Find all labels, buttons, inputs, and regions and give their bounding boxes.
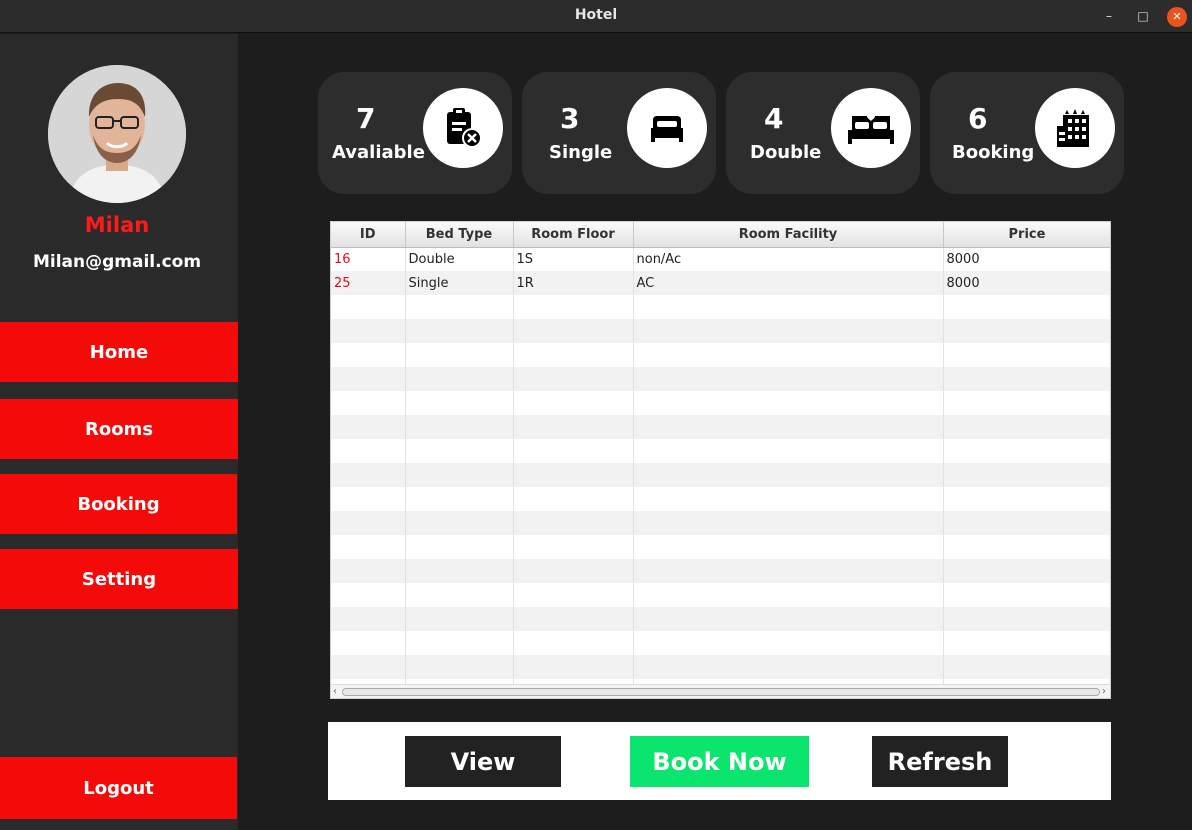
maximize-icon[interactable]: □ — [1133, 7, 1153, 27]
table-row[interactable]: 16 Double 1S non/Ac 8000 — [331, 247, 1110, 271]
action-panel: View Book Now Refresh — [328, 722, 1111, 800]
cell-bed-type: Double — [405, 247, 514, 271]
booking-button[interactable]: Booking — [0, 474, 237, 534]
cell-room-facility: AC — [633, 271, 944, 295]
rooms-table[interactable]: ID Bed Type Room Floor Room Facility Pri… — [330, 221, 1111, 699]
user-email: Milan@gmail.com — [32, 252, 202, 272]
stat-label: Avaliable — [332, 142, 425, 163]
stat-value: 6 — [968, 102, 988, 135]
clipboard-remove-icon — [447, 108, 482, 148]
column-header-room-floor[interactable]: Room Floor — [513, 222, 634, 248]
empty-rows — [331, 295, 1110, 698]
stat-label: Double — [750, 142, 822, 163]
column-header-room-facility[interactable]: Room Facility — [633, 222, 944, 248]
cell-id: 25 — [331, 271, 406, 295]
single-bed-icon — [651, 116, 683, 142]
stat-card-double: 4 Double — [726, 72, 920, 194]
column-header-price[interactable]: Price — [943, 222, 1110, 248]
book-now-button[interactable]: Book Now — [630, 736, 809, 787]
cell-room-facility: non/Ac — [633, 247, 944, 271]
setting-button[interactable]: Setting — [0, 549, 238, 609]
column-header-id[interactable]: ID — [331, 222, 406, 248]
column-header-bed-type[interactable]: Bed Type — [405, 222, 514, 248]
user-name: Milan — [84, 213, 150, 237]
rooms-button[interactable]: Rooms — [0, 399, 238, 459]
refresh-button[interactable]: Refresh — [872, 736, 1008, 787]
cell-bed-type: Single — [405, 271, 514, 295]
double-bed-icon — [848, 115, 894, 144]
stat-label: Single — [549, 142, 613, 163]
cell-price: 8000 — [943, 271, 1110, 295]
stat-card-available: 7 Avaliable — [318, 72, 512, 194]
minimize-icon[interactable]: – — [1099, 7, 1119, 27]
cell-room-floor: 1R — [513, 271, 634, 295]
logout-button[interactable]: Logout — [0, 757, 237, 819]
close-icon[interactable]: ✕ — [1167, 7, 1187, 27]
stat-value: 4 — [764, 102, 784, 135]
table-header-row: ID Bed Type Room Floor Room Facility Pri… — [331, 222, 1110, 248]
view-button[interactable]: View — [405, 736, 561, 787]
scrollbar-thumb[interactable] — [342, 688, 1100, 696]
horizontal-scrollbar[interactable]: ‹ › — [331, 684, 1110, 698]
scroll-right-icon[interactable]: › — [1102, 685, 1106, 698]
avatar — [48, 65, 186, 203]
main-content: 7 Avaliable 3 Single 4 Double 6 Booking … — [238, 34, 1192, 830]
stat-card-single: 3 Single — [522, 72, 716, 194]
stat-label: Booking — [952, 142, 1035, 163]
stat-value: 3 — [560, 102, 580, 135]
table-row[interactable]: 25 Single 1R AC 8000 — [331, 271, 1110, 295]
stat-card-booking: 6 Booking — [930, 72, 1124, 194]
avatar-photo — [48, 65, 186, 203]
hotel-building-icon — [1057, 109, 1089, 147]
cell-room-floor: 1S — [513, 247, 634, 271]
scroll-left-icon[interactable]: ‹ — [333, 685, 337, 698]
window-title: Hotel — [574, 7, 618, 23]
sidebar: Milan Milan@gmail.com Home Rooms Booking… — [0, 34, 238, 830]
cell-id: 16 — [331, 247, 406, 271]
rooms-table-grid: ID Bed Type Room Floor Room Facility Pri… — [331, 222, 1110, 698]
home-button[interactable]: Home — [0, 322, 238, 382]
title-bar: Hotel – □ ✕ — [0, 0, 1192, 33]
stat-value: 7 — [356, 102, 376, 135]
cell-price: 8000 — [943, 247, 1110, 271]
